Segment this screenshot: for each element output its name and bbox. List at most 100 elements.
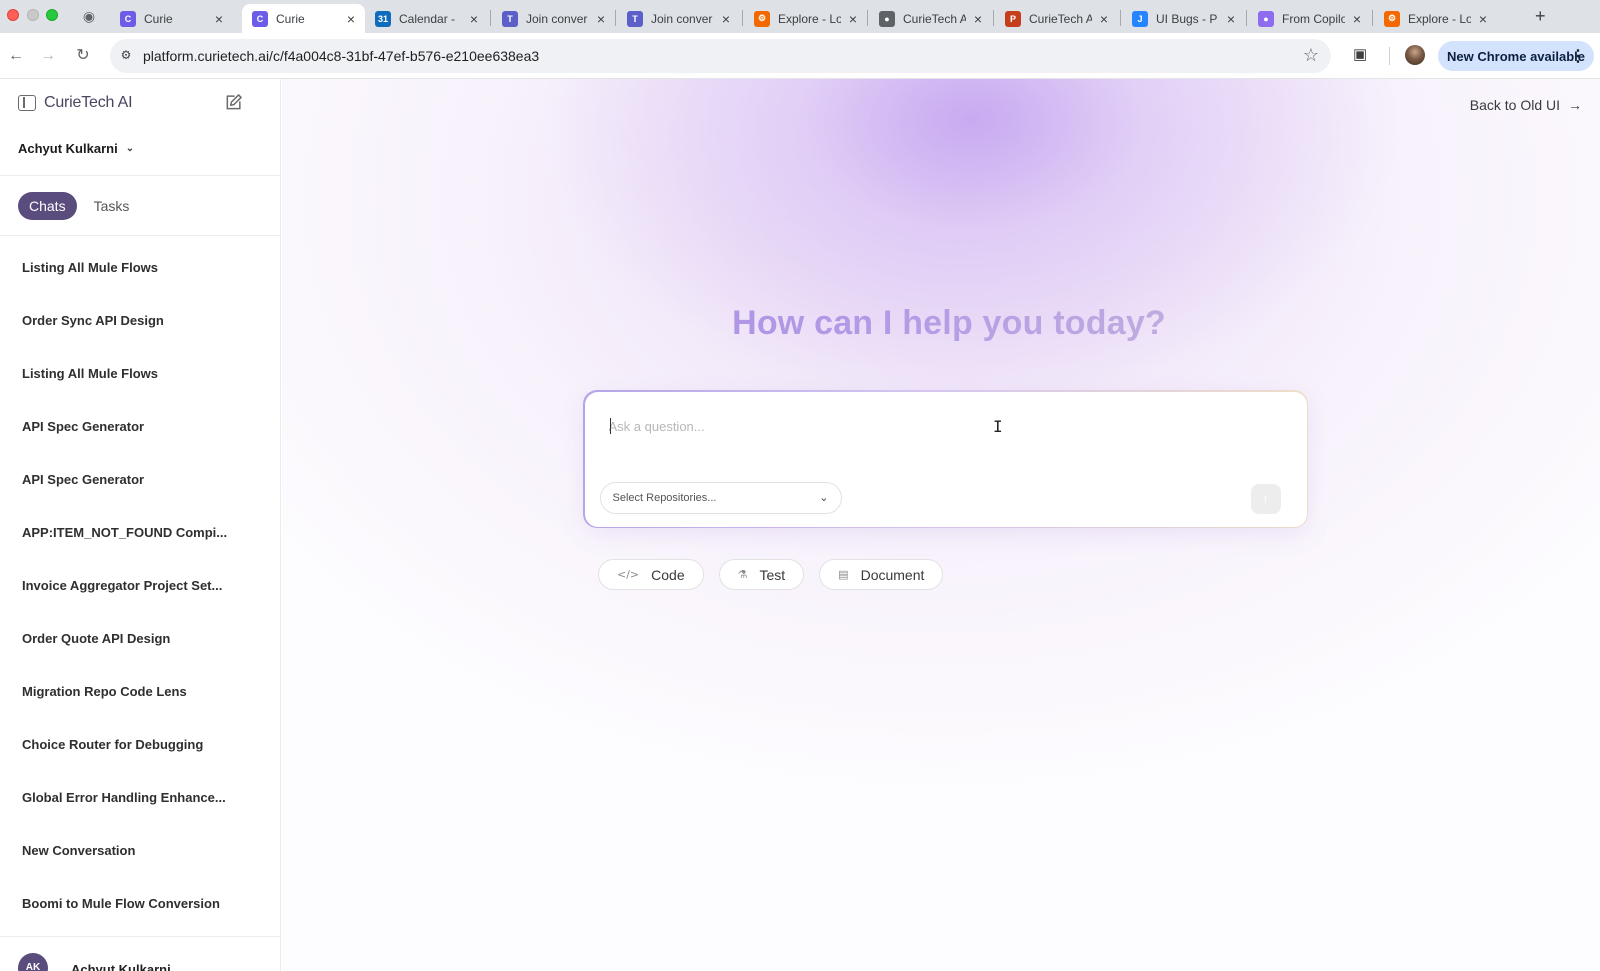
close-icon[interactable]: × bbox=[1225, 11, 1237, 27]
minimize-window-button[interactable] bbox=[27, 9, 39, 21]
chat-history-item[interactable]: Migration Repo Code Lens bbox=[0, 665, 280, 718]
forward-arrow-icon[interactable]: → bbox=[37, 45, 59, 67]
close-icon[interactable]: × bbox=[213, 11, 225, 27]
fullscreen-window-button[interactable] bbox=[46, 9, 58, 21]
tab-separator bbox=[1120, 10, 1121, 26]
chat-history-item[interactable]: Listing All Mule Flows bbox=[0, 347, 280, 400]
browser-tab[interactable]: ● From Copilo × bbox=[1248, 4, 1371, 33]
back-arrow-icon[interactable]: ← bbox=[5, 45, 27, 67]
new-chrome-available-button[interactable]: New Chrome available ⋮ bbox=[1438, 41, 1594, 71]
tab-chats[interactable]: Chats bbox=[18, 192, 77, 220]
chat-history-title: Boomi to Mule Flow Conversion bbox=[22, 896, 220, 911]
chat-history-item[interactable]: Invoice Aggregator Project Set... bbox=[0, 559, 280, 612]
workspace-user-selector[interactable]: Achyut Kulkarni ⌄ bbox=[18, 141, 134, 156]
back-to-old-ui-link[interactable]: Back to Old UI → bbox=[1470, 97, 1582, 113]
chat-history-item[interactable]: APP:ITEM_NOT_FOUND Compi... bbox=[0, 506, 280, 559]
teams-icon: T bbox=[627, 10, 643, 27]
sidebar-footer[interactable]: AK Achyut Kulkarni bbox=[0, 936, 280, 971]
chat-history-item[interactable]: Global Error Handling Enhance... bbox=[0, 771, 280, 824]
tab-tasks[interactable]: Tasks bbox=[83, 192, 141, 220]
powerpoint-icon: P bbox=[1005, 10, 1021, 27]
copilot-icon: ● bbox=[1258, 10, 1274, 27]
more-menu-icon[interactable]: ⋮ bbox=[1570, 46, 1586, 66]
chat-history-title: APP:ITEM_NOT_FOUND Compi... bbox=[22, 525, 228, 540]
close-icon[interactable]: × bbox=[1098, 11, 1110, 27]
tab-separator bbox=[993, 10, 994, 26]
chat-history-item[interactable]: API Spec Generator bbox=[0, 453, 280, 506]
close-icon[interactable]: × bbox=[972, 11, 984, 27]
outlook-calendar-icon: 31 bbox=[375, 10, 391, 27]
arrow-right-icon: → bbox=[1568, 97, 1582, 113]
chat-history-title: API Spec Generator bbox=[22, 472, 145, 487]
close-icon[interactable]: × bbox=[720, 11, 732, 27]
new-tab-button[interactable]: + bbox=[1535, 6, 1546, 27]
browser-tab[interactable]: ⚙ Explore - Lo × bbox=[1374, 4, 1497, 33]
chevron-down-icon: ⌄ bbox=[819, 491, 829, 504]
brand-logo: CurieTech AI bbox=[44, 94, 133, 111]
mode-button-label: Document bbox=[860, 566, 925, 583]
browser-tab-title: Curie bbox=[276, 11, 305, 26]
browser-tab[interactable]: ● CurieTech A × bbox=[869, 4, 992, 33]
browser-tab[interactable]: P CurieTech A × bbox=[995, 4, 1118, 33]
flask-icon: ⚗ bbox=[737, 568, 748, 581]
browser-tab-title: CurieTech A bbox=[903, 11, 966, 26]
sidebar-toggle-icon[interactable] bbox=[18, 95, 36, 111]
chat-history-title: Global Error Handling Enhance... bbox=[22, 790, 226, 805]
tab-separator bbox=[1372, 10, 1373, 26]
close-icon[interactable]: × bbox=[468, 11, 480, 27]
profile-avatar[interactable] bbox=[1405, 45, 1425, 65]
site-settings-icon[interactable]: ⚙ bbox=[118, 48, 134, 64]
chat-history-item[interactable]: Listing All Mule Flows bbox=[0, 241, 280, 294]
browser-tab-title: From Copilo bbox=[1282, 11, 1345, 26]
close-window-button[interactable] bbox=[7, 9, 19, 21]
tab-separator bbox=[490, 10, 491, 26]
close-icon[interactable]: × bbox=[1477, 11, 1489, 27]
close-icon[interactable]: × bbox=[1351, 11, 1363, 27]
main-panel: Back to Old UI → How can I help you toda… bbox=[282, 79, 1600, 971]
tab-search-icon[interactable]: ◉ bbox=[81, 8, 97, 24]
chat-history-item[interactable]: Order Quote API Design bbox=[0, 612, 280, 665]
app-root: CurieTech AI Achyut Kulkarni ⌄ Chats Tas… bbox=[0, 79, 1600, 971]
close-icon[interactable]: × bbox=[595, 11, 607, 27]
browser-tab-title: Curie bbox=[144, 11, 173, 26]
bookmark-star-icon[interactable]: ☆ bbox=[1303, 45, 1319, 66]
send-button[interactable]: ↑ bbox=[1250, 483, 1281, 514]
chat-history-item[interactable]: Choice Router for Debugging bbox=[0, 718, 280, 771]
chat-history-item[interactable]: API Spec Generator bbox=[0, 400, 280, 453]
browser-tab[interactable]: J UI Bugs - P × bbox=[1122, 4, 1245, 33]
new-chat-icon[interactable] bbox=[224, 92, 244, 112]
address-bar[interactable]: ⚙ platform.curietech.ai/c/f4a004c8-31bf-… bbox=[110, 39, 1331, 73]
browser-tab-title: Join conver bbox=[526, 11, 588, 26]
ask-question-input[interactable] bbox=[608, 415, 1249, 438]
chat-history-item[interactable]: New Conversation bbox=[0, 824, 280, 877]
browser-tab[interactable]: T Join conver × bbox=[617, 4, 740, 33]
select-repositories-dropdown[interactable]: Select Repositories... ⌄ bbox=[599, 481, 842, 514]
test-mode-button[interactable]: ⚗ Test bbox=[718, 559, 805, 590]
chat-history-title: Order Sync API Design bbox=[22, 313, 164, 328]
tab-separator bbox=[615, 10, 616, 26]
chat-history-title: New Conversation bbox=[22, 843, 136, 858]
browser-tab-title: CurieTech A bbox=[1029, 11, 1092, 26]
avatar: AK bbox=[18, 953, 48, 971]
composer: Select Repositories... ⌄ ↑ bbox=[583, 390, 1308, 528]
sidebar: CurieTech AI Achyut Kulkarni ⌄ Chats Tas… bbox=[0, 79, 281, 971]
chat-history-item[interactable]: Order Sync API Design bbox=[0, 294, 280, 347]
document-mode-button[interactable]: ▤ Document bbox=[819, 559, 944, 590]
browser-tab[interactable]: ⚙ Explore - Lo × bbox=[744, 4, 867, 33]
select-repositories-placeholder: Select Repositories... bbox=[612, 491, 717, 504]
browser-tab[interactable]: 31 Calendar - × bbox=[365, 4, 488, 33]
cast-icon[interactable]: ▣ bbox=[1353, 45, 1367, 63]
chat-history-title: Migration Repo Code Lens bbox=[22, 684, 187, 699]
chat-history-item[interactable]: Boomi to Mule Flow Conversion bbox=[0, 877, 280, 930]
reload-icon[interactable]: ↻ bbox=[72, 45, 94, 67]
browser-tab[interactable]: C Curie × bbox=[242, 4, 365, 33]
mode-buttons: </> Code ⚗ Test ▤ Document bbox=[598, 559, 958, 590]
browser-tab[interactable]: C Curie × bbox=[110, 4, 233, 33]
code-mode-button[interactable]: </> Code bbox=[598, 559, 704, 590]
chat-history-title: Choice Router for Debugging bbox=[22, 737, 204, 752]
close-icon[interactable]: × bbox=[847, 11, 859, 27]
address-url[interactable]: platform.curietech.ai/c/f4a004c8-31bf-47… bbox=[143, 48, 539, 64]
browser-tab[interactable]: T Join conver × bbox=[492, 4, 615, 33]
close-icon[interactable]: × bbox=[345, 11, 357, 27]
chat-history-list: Listing All Mule Flows Order Sync API Des… bbox=[0, 241, 280, 930]
